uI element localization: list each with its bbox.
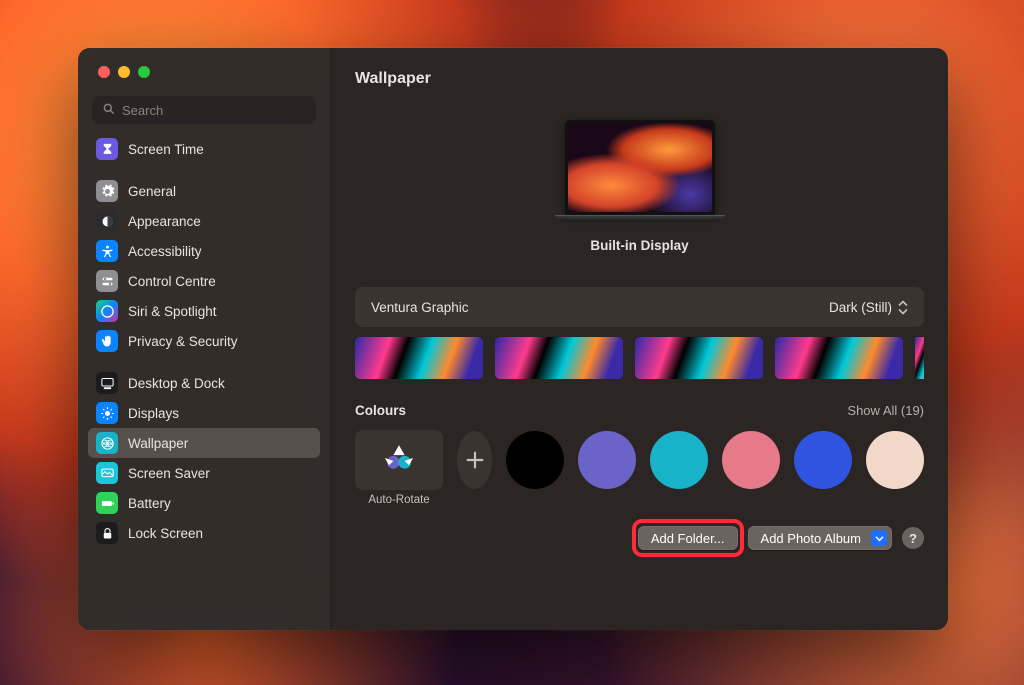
sidebar-item-label: Lock Screen bbox=[128, 526, 203, 541]
sidebar-item-label: Siri & Spotlight bbox=[128, 304, 217, 319]
search-icon bbox=[102, 102, 116, 116]
add-photo-album-button[interactable]: Add Photo Album bbox=[748, 526, 892, 550]
colours-row: Auto-Rotate bbox=[355, 430, 924, 490]
colour-swatch[interactable] bbox=[506, 431, 564, 489]
wallpaper-icon bbox=[96, 432, 118, 454]
colour-swatch[interactable] bbox=[578, 431, 636, 489]
chevron-down-icon bbox=[875, 534, 884, 543]
sidebar-item-battery[interactable]: Battery bbox=[88, 488, 320, 518]
colour-swatch[interactable] bbox=[794, 431, 852, 489]
current-wallpaper-mode: Dark (Still) bbox=[829, 300, 892, 315]
add-folder-button[interactable]: Add Folder... bbox=[638, 526, 738, 550]
wallpaper-thumbnail bbox=[568, 123, 712, 212]
dynamic-thumbnails-row bbox=[355, 337, 924, 379]
sidebar-item-label: Accessibility bbox=[128, 244, 202, 259]
sidebar-item-accessibility[interactable]: Accessibility bbox=[88, 236, 320, 266]
battery-icon bbox=[96, 492, 118, 514]
plus-icon bbox=[464, 449, 486, 471]
control-centre-icon bbox=[96, 270, 118, 292]
sidebar-item-label: Screen Time bbox=[128, 142, 204, 157]
recycle-icon bbox=[382, 441, 416, 480]
sidebar-item-screen-saver[interactable]: Screen Saver bbox=[88, 458, 320, 488]
sidebar-item-label: Screen Saver bbox=[128, 466, 210, 481]
sidebar-item-screen-time[interactable]: Screen Time bbox=[88, 134, 320, 164]
add-colour-button[interactable] bbox=[457, 431, 492, 489]
search-container bbox=[78, 78, 330, 134]
window-controls bbox=[78, 48, 330, 78]
screensaver-icon bbox=[96, 462, 118, 484]
sidebar-item-wallpaper[interactable]: Wallpaper bbox=[88, 428, 320, 458]
sidebar-item-appearance[interactable]: Appearance bbox=[88, 206, 320, 236]
sidebar-item-label: Desktop & Dock bbox=[128, 376, 225, 391]
colours-title: Colours bbox=[355, 403, 406, 418]
appearance-icon bbox=[96, 210, 118, 232]
wallpaper-thumb[interactable] bbox=[495, 337, 623, 379]
content-pane: Wallpaper Built-in Display Ventura Graph… bbox=[331, 48, 948, 630]
help-button[interactable]: ? bbox=[902, 527, 924, 549]
page-title: Wallpaper bbox=[331, 48, 948, 96]
wallpaper-thumb[interactable] bbox=[635, 337, 763, 379]
sidebar-item-label: Battery bbox=[128, 496, 171, 511]
sidebar-item-label: Control Centre bbox=[128, 274, 216, 289]
search-input[interactable] bbox=[92, 96, 316, 124]
add-photo-album-label: Add Photo Album bbox=[761, 531, 861, 546]
colour-swatch[interactable] bbox=[866, 431, 924, 489]
sidebar-item-desktop-dock[interactable]: Desktop & Dock bbox=[88, 368, 320, 398]
mode-stepper[interactable] bbox=[898, 298, 912, 316]
sidebar-item-privacy-security[interactable]: Privacy & Security bbox=[88, 326, 320, 356]
tutorial-highlight: Add Folder... bbox=[632, 519, 744, 557]
laptop-preview bbox=[565, 120, 715, 222]
sidebar-item-label: General bbox=[128, 184, 176, 199]
sidebar-item-general[interactable]: General bbox=[88, 176, 320, 206]
add-photo-album-dropdown[interactable] bbox=[871, 530, 887, 546]
displays-icon bbox=[96, 402, 118, 424]
sidebar-nav: Screen Time General Appearance Accessibilit… bbox=[78, 134, 330, 630]
system-settings-window: Screen Time General Appearance Accessibilit… bbox=[78, 48, 948, 630]
wallpaper-thumb[interactable] bbox=[775, 337, 903, 379]
hourglass-icon bbox=[96, 138, 118, 160]
sidebar-item-label: Appearance bbox=[128, 214, 201, 229]
colours-section-header: Colours Show All (19) bbox=[355, 403, 924, 418]
dock-icon bbox=[96, 372, 118, 394]
hand-icon bbox=[96, 330, 118, 352]
sidebar-item-label: Privacy & Security bbox=[128, 334, 238, 349]
colours-show-all[interactable]: Show All (19) bbox=[847, 403, 924, 418]
sidebar-item-siri-spotlight[interactable]: Siri & Spotlight bbox=[88, 296, 320, 326]
sidebar-item-displays[interactable]: Displays bbox=[88, 398, 320, 428]
display-name-label: Built-in Display bbox=[590, 238, 688, 253]
sidebar-item-control-centre[interactable]: Control Centre bbox=[88, 266, 320, 296]
chevron-up-icon bbox=[898, 300, 908, 307]
wallpaper-thumb[interactable] bbox=[915, 337, 924, 379]
current-wallpaper-bar[interactable]: Ventura Graphic Dark (Still) bbox=[355, 287, 924, 327]
siri-icon bbox=[96, 300, 118, 322]
accessibility-icon bbox=[96, 240, 118, 262]
colour-swatch[interactable] bbox=[650, 431, 708, 489]
minimize-window-button[interactable] bbox=[118, 66, 130, 78]
colour-swatch[interactable] bbox=[722, 431, 780, 489]
sidebar-item-label: Displays bbox=[128, 406, 179, 421]
wallpaper-preview: Built-in Display bbox=[355, 96, 924, 269]
auto-rotate-label: Auto-Rotate bbox=[355, 494, 443, 506]
lock-icon bbox=[96, 522, 118, 544]
sidebar-item-lock-screen[interactable]: Lock Screen bbox=[88, 518, 320, 548]
auto-rotate-tile[interactable] bbox=[355, 430, 443, 490]
footer-actions: Add Folder... Add Photo Album ? bbox=[355, 526, 924, 550]
gear-icon bbox=[96, 180, 118, 202]
content-scroll[interactable]: Built-in Display Ventura Graphic Dark (S… bbox=[331, 96, 948, 630]
wallpaper-thumb[interactable] bbox=[355, 337, 483, 379]
sidebar-item-label: Wallpaper bbox=[128, 436, 188, 451]
close-window-button[interactable] bbox=[98, 66, 110, 78]
sidebar: Screen Time General Appearance Accessibilit… bbox=[78, 48, 331, 630]
zoom-window-button[interactable] bbox=[138, 66, 150, 78]
current-wallpaper-name: Ventura Graphic bbox=[371, 300, 469, 315]
chevron-down-icon bbox=[898, 308, 908, 315]
